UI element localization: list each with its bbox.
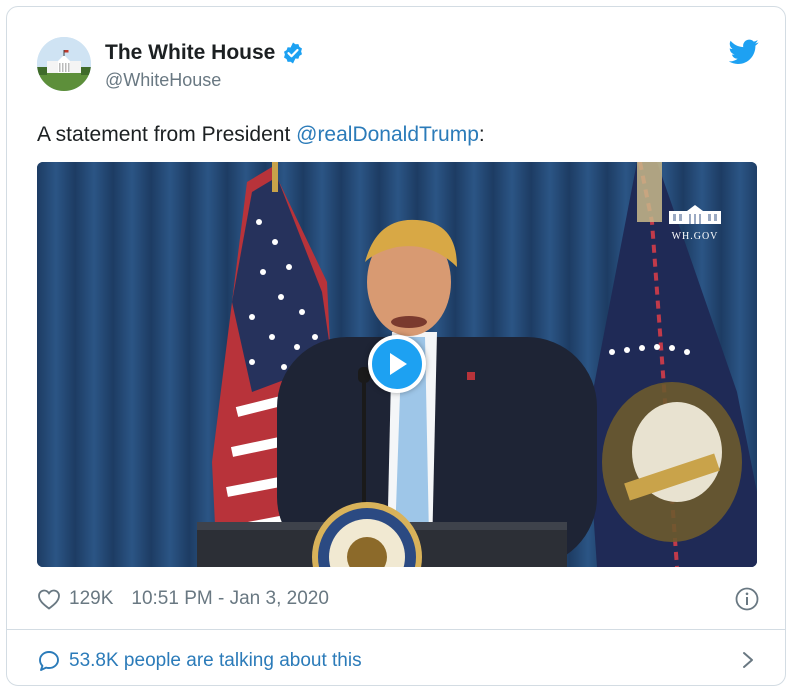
twitter-bird-icon[interactable] xyxy=(729,39,759,65)
author-handle[interactable]: @WhiteHouse xyxy=(105,70,221,91)
conversation-link[interactable]: 53.8K people are talking about this xyxy=(37,647,759,675)
conversation-text: 53.8K people are talking about this xyxy=(69,650,362,671)
video-player[interactable]: WH.GOV xyxy=(37,162,757,567)
play-icon xyxy=(390,353,407,375)
divider xyxy=(7,629,785,630)
tweet-card: The White House @WhiteHouse A statement … xyxy=(6,6,786,686)
tweet-text-prefix: A statement from President xyxy=(37,123,297,146)
white-house-avatar-icon xyxy=(37,37,91,91)
like-count: 129K xyxy=(69,588,114,609)
verified-badge-icon xyxy=(284,42,303,64)
like-button[interactable]: 129K xyxy=(37,588,113,610)
wh-gov-logo: WH.GOV xyxy=(665,202,725,242)
info-icon[interactable] xyxy=(735,587,759,611)
tweet-header: The White House @WhiteHouse xyxy=(37,37,759,101)
author-name[interactable]: The White House xyxy=(105,41,275,65)
white-house-logo-icon xyxy=(669,205,721,224)
tweet-timestamp[interactable]: 10:51 PM - Jan 3, 2020 xyxy=(131,588,329,610)
reply-bubble-icon xyxy=(39,651,59,671)
watermark-label: WH.GOV xyxy=(671,231,719,242)
avatar[interactable] xyxy=(37,37,91,91)
chevron-right-icon xyxy=(743,652,753,668)
tweet-text: A statement from President @realDonaldTr… xyxy=(37,123,485,147)
tweet-text-suffix: : xyxy=(478,123,485,146)
heart-icon xyxy=(38,589,60,610)
play-button[interactable] xyxy=(368,335,426,393)
tweet-meta: 129K 10:51 PM - Jan 3, 2020 xyxy=(37,585,759,613)
mention-link[interactable]: @realDonaldTrump xyxy=(296,123,479,146)
author-name-row: The White House xyxy=(105,41,305,65)
